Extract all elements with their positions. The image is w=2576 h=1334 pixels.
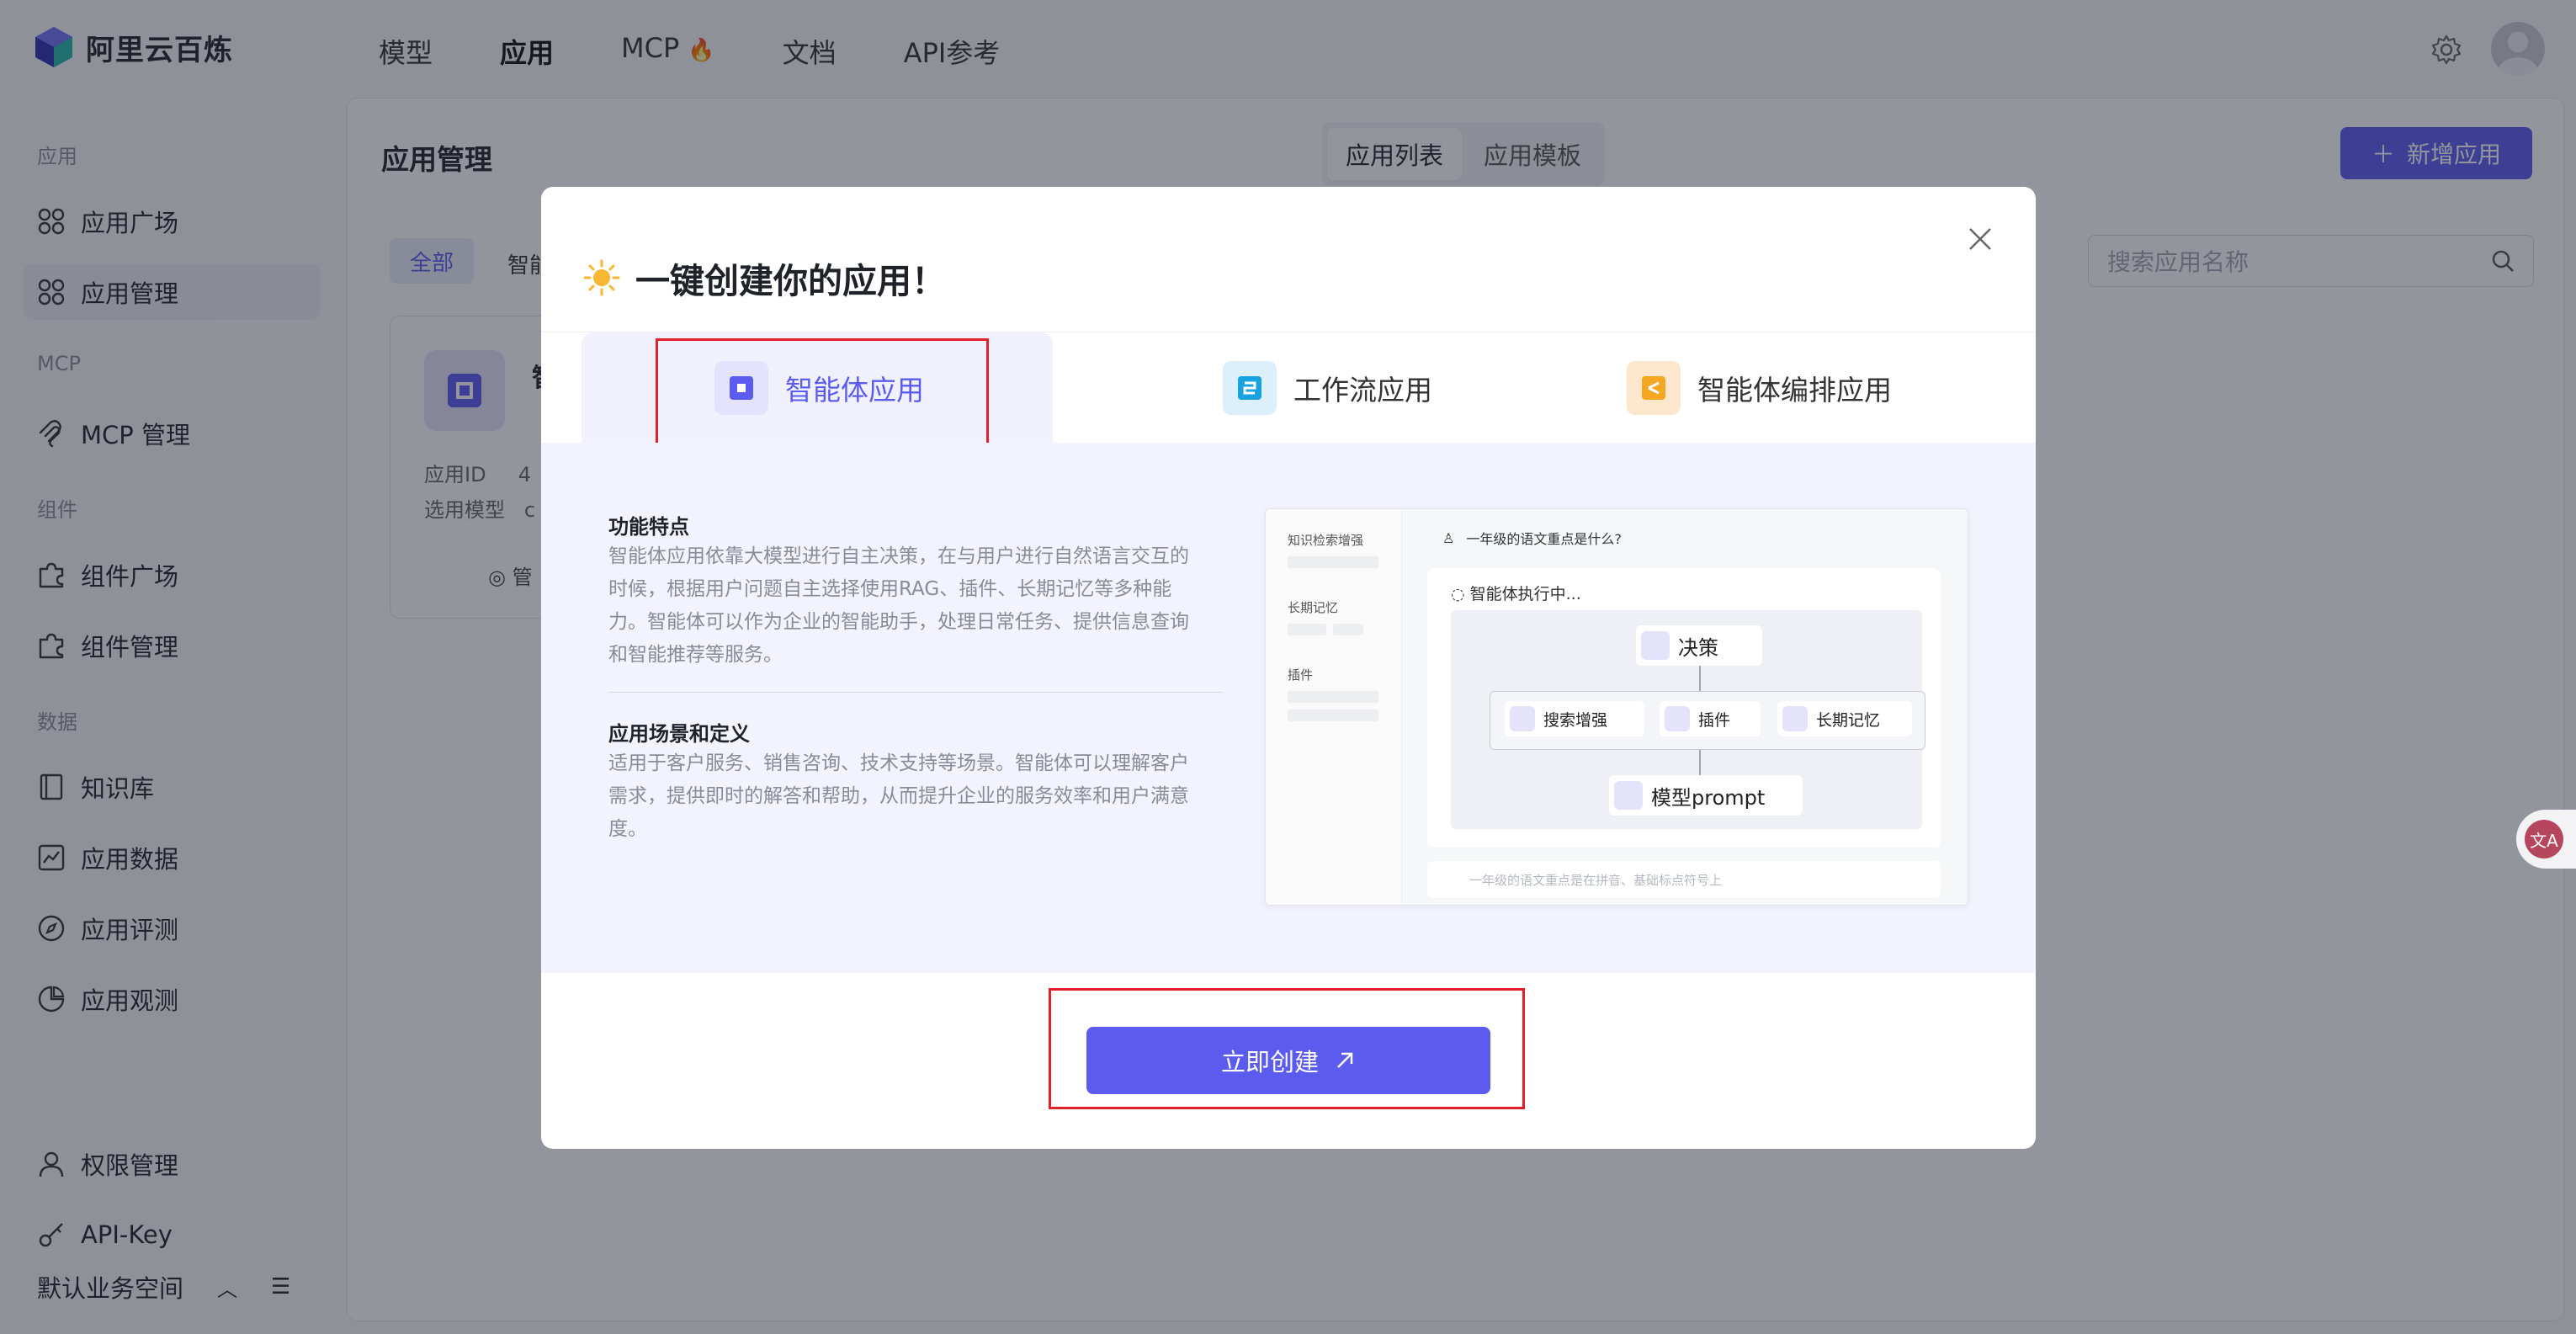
divider <box>608 692 1223 693</box>
flow-arrow <box>1699 666 1701 691</box>
translate-widget[interactable]: 文A <box>2516 810 2576 869</box>
features-title: 功能特点 <box>608 515 689 539</box>
preview-flow: 决策 搜索增强 插件 长期记忆 模型prompt <box>1451 610 1925 829</box>
node-icon <box>1614 781 1643 810</box>
preview-sidebar: 知识检索增强 长期记忆 插件 <box>1266 509 1402 905</box>
highlight-box-tab <box>656 338 989 446</box>
preview-question-text: 一年级的语文重点是什么? <box>1466 531 1622 547</box>
scenario-desc: 适用于客户服务、销售咨询、技术支持等场景。智能体可以理解客户 需求，提供即时的解… <box>608 747 1223 846</box>
scenario-title: 应用场景和定义 <box>608 722 750 746</box>
scenario-line: 需求，提供即时的解答和帮助，从而提升企业的服务效率和用户满意 <box>608 785 1189 807</box>
tab-workflow-app-label: 工作流应用 <box>1293 374 1432 407</box>
preview-chat: ♙ 一年级的语文重点是什么? ◌ 智能体执行中... 决策 搜索增强 插件 长期… <box>1402 509 1968 905</box>
sun-icon <box>583 259 620 296</box>
user-icon: ♙ <box>1442 529 1455 546</box>
node-icon <box>1782 706 1808 731</box>
create-app-modal: 一键创建你的应用！ 智能体应用 工作流应用 智能体编排应用 功能特点 智能体应用… <box>541 187 2036 1149</box>
preview-running-text: 智能体执行中... <box>1469 585 1581 603</box>
close-icon[interactable] <box>1963 222 1997 256</box>
preview-input: 一年级的语文重点是在拼音、基础标点符号上 <box>1427 861 1941 898</box>
node-prompt: 模型prompt <box>1609 775 1803 816</box>
modal-title-text: 一键创建你的应用！ <box>635 261 946 301</box>
agent-preview-image: 知识检索增强 长期记忆 插件 ♙ 一年级的语文重点是什么? ◌ 智能体执行中..… <box>1265 508 1968 906</box>
preview-running: ◌ 智能体执行中... <box>1451 582 1581 604</box>
preview-label-plugin: 插件 <box>1288 667 1314 683</box>
preview-placeholder <box>1288 691 1378 703</box>
flow-arrow <box>1699 750 1701 775</box>
node-icon <box>1510 706 1535 731</box>
node-plugin: 插件 <box>1660 701 1761 736</box>
preview-placeholder <box>1288 624 1326 635</box>
highlight-box-create <box>1049 988 1525 1109</box>
node-memory-label: 长期记忆 <box>1816 710 1881 730</box>
node-decide-label: 决策 <box>1678 635 1718 660</box>
node-decide: 决策 <box>1636 625 1762 666</box>
preview-placeholder <box>1288 556 1378 568</box>
node-search: 搜索增强 <box>1505 701 1644 736</box>
node-search-label: 搜索增强 <box>1543 710 1608 730</box>
scenario-line: 适用于客户服务、销售咨询、技术支持等场景。智能体可以理解客户 <box>608 752 1189 774</box>
preview-placeholder <box>1333 624 1363 635</box>
node-icon <box>1665 706 1690 731</box>
preview-placeholder <box>1288 710 1378 721</box>
features-line: 智能体应用依靠大模型进行自主决策，在与用户进行自然语言交互的 <box>608 545 1189 567</box>
node-icon <box>1641 631 1670 660</box>
features-line: 时候，根据用户问题自主选择使用RAG、插件、长期记忆等多种能 <box>608 578 1172 600</box>
modal-title: 一键创建你的应用！ <box>583 252 946 303</box>
features-desc: 智能体应用依靠大模型进行自主决策，在与用户进行自然语言交互的 时候，根据用户问题… <box>608 540 1223 672</box>
preview-question: ♙ 一年级的语文重点是什么? <box>1442 528 1622 548</box>
preview-answer-card: ◌ 智能体执行中... 决策 搜索增强 插件 长期记忆 模型prompt <box>1427 568 1941 848</box>
tab-agent-orchestration-app[interactable]: 智能体编排应用 <box>1627 332 2031 444</box>
tab-orchestration-label: 智能体编排应用 <box>1697 374 1892 407</box>
features-line: 力。智能体可以作为企业的智能助手，处理日常任务、提供信息查询 <box>608 611 1189 633</box>
preview-label-memory: 长期记忆 <box>1288 600 1339 615</box>
node-memory: 长期记忆 <box>1777 701 1912 736</box>
node-plugin-label: 插件 <box>1698 710 1731 730</box>
translate-icon: 文A <box>2525 820 2563 858</box>
preview-label-rag: 知识检索增强 <box>1288 533 1364 548</box>
scenario-line: 度。 <box>608 818 647 840</box>
orchestration-app-icon <box>1627 361 1681 415</box>
loading-icon: ◌ <box>1451 585 1465 603</box>
tab-workflow-app[interactable]: 工作流应用 <box>1185 332 1606 444</box>
node-prompt-label: 模型prompt <box>1651 785 1766 810</box>
features-line: 和智能推荐等服务。 <box>608 644 783 666</box>
workflow-app-icon <box>1223 361 1277 415</box>
